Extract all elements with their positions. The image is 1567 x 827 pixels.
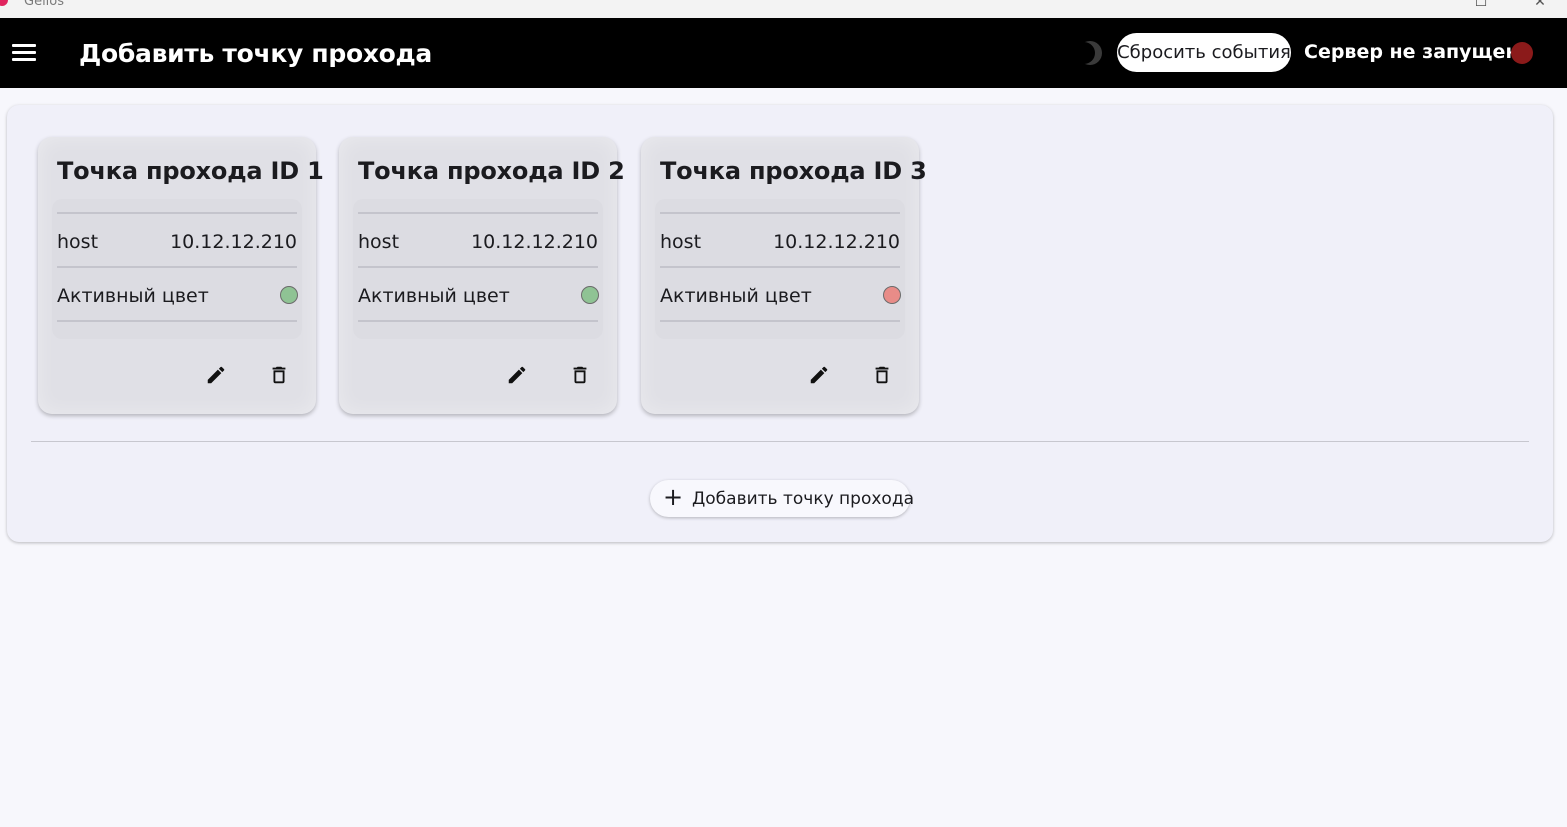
- moon-icon[interactable]: [1073, 39, 1104, 67]
- active-color-dot: [883, 286, 901, 304]
- host-value: 10.12.12.210: [471, 231, 598, 253]
- host-label: host: [57, 231, 99, 253]
- app-logo-icon: [0, 0, 8, 6]
- app-bar: Добавить точку прохода Сбросить события …: [0, 18, 1567, 88]
- active-color-dot: [581, 286, 599, 304]
- reset-events-button[interactable]: Сбросить события: [1117, 33, 1291, 72]
- checkpoint-details: host 10.12.12.210 Активный цвет: [52, 199, 302, 339]
- checkpoint-title: Точка прохода ID 1: [57, 157, 324, 185]
- server-status-text: Сервер не запущен: [1304, 41, 1519, 63]
- active-color-dot: [280, 286, 298, 304]
- checkpoint-card: Точка прохода ID 3 host 10.12.12.210 Акт…: [641, 137, 927, 414]
- delete-trash-icon[interactable]: [265, 361, 293, 389]
- checkpoint-details: host 10.12.12.210 Активный цвет: [655, 199, 905, 339]
- active-color-label: Активный цвет: [660, 285, 812, 307]
- edit-pencil-icon[interactable]: [503, 361, 531, 389]
- active-color-label: Активный цвет: [358, 285, 510, 307]
- close-window-button[interactable]: ✕: [1517, 0, 1563, 10]
- checkpoint-card: Точка прохода ID 1 host 10.12.12.210 Акт…: [38, 137, 324, 414]
- host-label: host: [358, 231, 400, 253]
- edit-pencil-icon[interactable]: [202, 361, 230, 389]
- host-label: host: [660, 231, 702, 253]
- checkpoints-panel: Точка прохода ID 1 host 10.12.12.210 Акт…: [7, 105, 1553, 542]
- checkpoint-card: Точка прохода ID 2 host 10.12.12.210 Акт…: [339, 137, 625, 414]
- page-title: Добавить точку прохода: [79, 39, 433, 68]
- add-checkpoint-label: Добавить точку прохода: [692, 489, 914, 509]
- window-titlebar: Gellos ☐ ✕: [0, 0, 1567, 18]
- delete-trash-icon[interactable]: [868, 361, 896, 389]
- divider: [31, 441, 1529, 442]
- plus-icon: +: [663, 483, 684, 511]
- checkpoint-title: Точка прохода ID 2: [358, 157, 625, 185]
- delete-trash-icon[interactable]: [566, 361, 594, 389]
- server-status-indicator: [1511, 42, 1533, 64]
- active-color-label: Активный цвет: [57, 285, 209, 307]
- hamburger-menu-icon[interactable]: [10, 42, 38, 64]
- add-checkpoint-button[interactable]: + Добавить точку прохода: [650, 480, 914, 517]
- host-value: 10.12.12.210: [170, 231, 297, 253]
- host-value: 10.12.12.210: [773, 231, 900, 253]
- window-title: Gellos: [24, 0, 65, 9]
- checkpoint-title: Точка прохода ID 3: [660, 157, 927, 185]
- edit-pencil-icon[interactable]: [805, 361, 833, 389]
- maximize-button[interactable]: ☐: [1458, 0, 1504, 10]
- checkpoint-details: host 10.12.12.210 Активный цвет: [353, 199, 603, 339]
